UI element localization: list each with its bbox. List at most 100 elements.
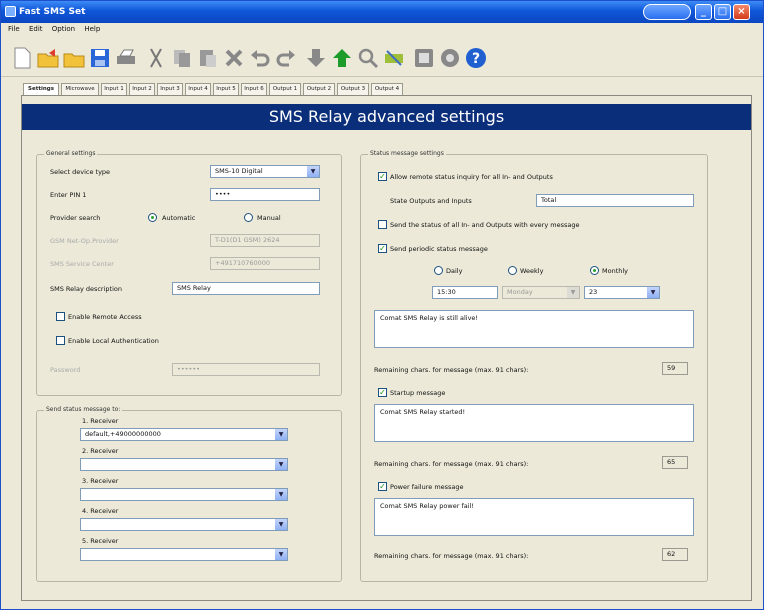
search-icon[interactable] <box>357 47 379 69</box>
tab-input-6[interactable]: Input 6 <box>241 83 267 95</box>
service-center-input: +491710760000 <box>210 257 320 270</box>
weekly-label: Weekly <box>520 267 544 275</box>
provider-manual-label: Manual <box>257 214 281 222</box>
receiver-5-select[interactable]: ▼ <box>80 548 288 561</box>
menu-option[interactable]: Option <box>52 25 75 33</box>
chevron-down-icon[interactable]: ▼ <box>275 429 287 440</box>
upload-icon[interactable] <box>331 47 353 69</box>
state-label: State Outputs and Inputs <box>390 197 472 205</box>
close-button[interactable]: × <box>733 4 750 20</box>
help-icon[interactable]: ? <box>465 47 487 69</box>
chevron-down-icon[interactable]: ▼ <box>307 166 319 177</box>
tab-input-2[interactable]: Input 2 <box>129 83 155 95</box>
tab-output-3[interactable]: Output 3 <box>337 83 369 95</box>
cut-icon[interactable] <box>145 47 167 69</box>
chevron-down-icon[interactable]: ▼ <box>275 549 287 560</box>
tab-output-1[interactable]: Output 1 <box>269 83 301 95</box>
download-icon[interactable] <box>305 47 327 69</box>
maximize-button[interactable]: □ <box>714 4 731 20</box>
app-icon <box>5 6 16 17</box>
receiver-5-label: 5. Receiver <box>82 537 119 545</box>
remaining-chars-label-3: Remaining chars. for message (max. 91 ch… <box>374 552 529 560</box>
window-extra-button[interactable] <box>643 4 691 20</box>
save-icon[interactable] <box>89 47 111 69</box>
tab-input-3[interactable]: Input 3 <box>157 83 183 95</box>
menu-file[interactable]: File <box>8 25 20 33</box>
periodic-message-textarea[interactable]: Comat SMS Relay is still alive! <box>374 310 694 348</box>
allow-inquiry-checkbox[interactable]: ✓ <box>378 172 387 181</box>
send-every-label: Send the status of all In- and Outputs w… <box>390 221 580 229</box>
device-type-value: SMS-10 Digital <box>215 167 263 175</box>
copy-icon[interactable] <box>171 47 193 69</box>
remote-access-checkbox[interactable] <box>56 312 65 321</box>
receiver-2-select[interactable]: ▼ <box>80 458 288 471</box>
provider-manual-radio[interactable] <box>244 213 253 222</box>
receiver-4-select[interactable]: ▼ <box>80 518 288 531</box>
settings-icon[interactable] <box>439 47 461 69</box>
send-every-checkbox[interactable] <box>378 220 387 229</box>
daily-radio[interactable] <box>434 266 443 275</box>
send-status-legend: Send status message to: <box>44 406 123 413</box>
power-fail-message-textarea[interactable]: Comat SMS Relay power fail! <box>374 498 694 536</box>
monthly-label: Monthly <box>602 267 629 275</box>
window-title: Fast SMS Set <box>19 7 86 17</box>
connect-icon[interactable] <box>383 47 405 69</box>
receiver-3-select[interactable]: ▼ <box>80 488 288 501</box>
receiver-1-label: 1. Receiver <box>82 417 119 425</box>
title-bar[interactable]: Fast SMS Set _ □ × <box>1 1 763 23</box>
device-type-label: Select device type <box>50 168 111 176</box>
remaining-chars-count-3: 62 <box>662 548 688 561</box>
menu-bar: File Edit Option Help <box>1 23 763 36</box>
general-settings-legend: General settings <box>44 150 98 157</box>
allow-inquiry-label: Allow remote status inquiry for all In- … <box>390 173 553 181</box>
tab-output-2[interactable]: Output 2 <box>303 83 335 95</box>
redo-icon[interactable] <box>275 47 297 69</box>
provider-automatic-radio[interactable] <box>148 213 157 222</box>
tab-input-1[interactable]: Input 1 <box>101 83 127 95</box>
gsm-provider-input: T-D1(D1 GSM) 2624 <box>210 234 320 247</box>
new-icon[interactable] <box>11 47 33 69</box>
paste-icon[interactable] <box>197 47 219 69</box>
tab-input-4[interactable]: Input 4 <box>185 83 211 95</box>
tab-microwave[interactable]: Microwave <box>61 83 99 95</box>
startup-message-textarea[interactable]: Comat SMS Relay started! <box>374 404 694 442</box>
tab-input-5[interactable]: Input 5 <box>213 83 239 95</box>
state-input[interactable]: Total <box>536 194 694 207</box>
local-auth-checkbox[interactable] <box>56 336 65 345</box>
periodic-checkbox[interactable]: ✓ <box>378 244 387 253</box>
undo-icon[interactable] <box>249 47 271 69</box>
startup-label: Startup message <box>390 389 446 397</box>
remote-access-label: Enable Remote Access <box>68 313 142 321</box>
device-type-select[interactable]: SMS-10 Digital ▼ <box>210 165 320 178</box>
receiver-3-label: 3. Receiver <box>82 477 119 485</box>
weekday-value: Monday <box>507 288 533 296</box>
day-value: 23 <box>589 288 598 296</box>
open-folder-icon[interactable] <box>37 47 59 69</box>
startup-checkbox[interactable]: ✓ <box>378 388 387 397</box>
description-label: SMS Relay description <box>50 285 122 293</box>
menu-edit[interactable]: Edit <box>29 25 43 33</box>
time-input[interactable]: 15:30 <box>432 286 498 299</box>
day-select[interactable]: 23 ▼ <box>584 286 660 299</box>
chevron-down-icon[interactable]: ▼ <box>275 489 287 500</box>
pin-input[interactable]: •••• <box>210 188 320 201</box>
menu-help[interactable]: Help <box>84 25 100 33</box>
power-fail-checkbox[interactable]: ✓ <box>378 482 387 491</box>
print-icon[interactable] <box>115 47 137 69</box>
device-icon[interactable] <box>413 47 435 69</box>
provider-automatic-label: Automatic <box>162 214 196 222</box>
weekly-radio[interactable] <box>508 266 517 275</box>
receiver-1-select[interactable]: default,+49000000000 ▼ <box>80 428 288 441</box>
chevron-down-icon[interactable]: ▼ <box>275 459 287 470</box>
daily-label: Daily <box>446 267 463 275</box>
description-input[interactable]: SMS Relay <box>172 282 320 295</box>
tab-settings[interactable]: Settings <box>23 83 59 95</box>
chevron-down-icon[interactable]: ▼ <box>647 287 659 298</box>
tab-output-4[interactable]: Output 4 <box>371 83 403 95</box>
open-icon[interactable] <box>63 47 85 69</box>
receiver-2-label: 2. Receiver <box>82 447 119 455</box>
chevron-down-icon[interactable]: ▼ <box>275 519 287 530</box>
monthly-radio[interactable] <box>590 266 599 275</box>
minimize-button[interactable]: _ <box>695 4 712 20</box>
delete-icon[interactable] <box>223 47 245 69</box>
